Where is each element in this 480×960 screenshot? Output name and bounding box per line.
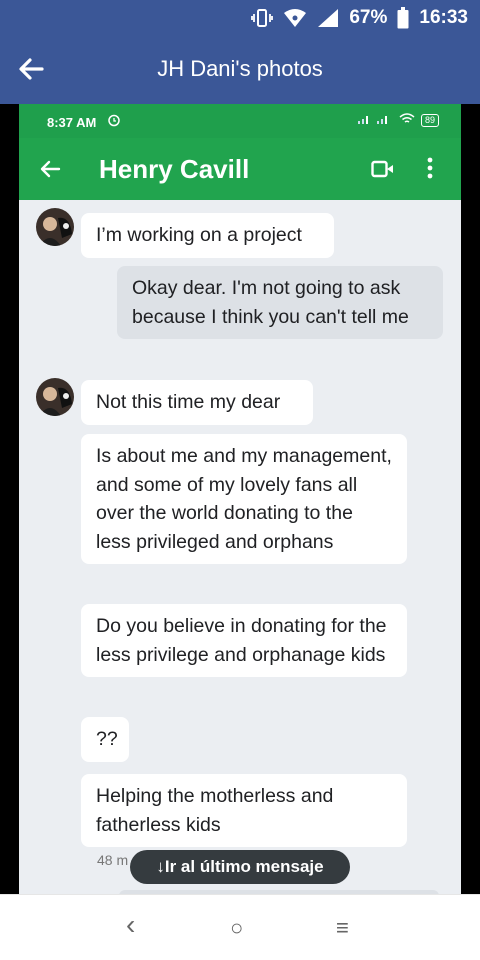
message-bubble-outgoing[interactable]: Okay dear. I'm not going to ask because … [117, 266, 443, 339]
nav-home-button[interactable]: ○ [230, 915, 243, 941]
chat-app-bar: Henry Cavill [19, 138, 461, 200]
back-arrow-icon[interactable] [39, 158, 61, 185]
vibrate-icon [251, 8, 274, 28]
video-call-icon[interactable] [371, 160, 395, 183]
inner-status-bar: 8:37 AM 89 [19, 104, 461, 138]
inner-clock: 8:37 AM [47, 115, 97, 130]
wifi-icon [283, 8, 307, 28]
battery-percent: 67% [349, 7, 388, 28]
signal-icon [317, 8, 339, 28]
message-bubble-incoming[interactable]: Do you believe in donating for the less … [81, 604, 407, 677]
nav-recents-button[interactable]: ≡ [336, 915, 349, 941]
jump-to-latest-button[interactable]: ↓Ir al último mensaje [130, 850, 350, 884]
contact-avatar[interactable] [36, 378, 74, 416]
message-bubble-incoming[interactable]: I’m working on a project [81, 213, 334, 258]
more-options-icon[interactable] [427, 156, 433, 185]
contact-avatar[interactable] [36, 208, 74, 246]
status-bar: 67% 16:33 [0, 0, 480, 36]
message-bubble-incoming[interactable]: Not this time my dear [81, 380, 313, 425]
message-bubble-incoming[interactable]: Helping the motherless and fatherless ki… [81, 774, 407, 847]
battery-icon [397, 7, 409, 29]
clock: 16:33 [419, 7, 468, 28]
navigation-bar: ‹ ○ ≡ [0, 894, 480, 960]
message-timestamp: 48 m [97, 852, 129, 868]
message-bubble-incoming[interactable]: Is about me and my management, and some … [81, 434, 407, 564]
inner-wifi-icon [399, 113, 415, 128]
contact-name[interactable]: Henry Cavill [99, 154, 249, 185]
alarm-icon [107, 113, 121, 130]
message-bubble-incoming[interactable]: ?? [81, 717, 129, 762]
inner-battery: 89 [420, 114, 439, 127]
photo-viewer-header: JH Dani's photos [0, 36, 480, 104]
album-title: JH Dani's photos [157, 56, 323, 81]
inner-signal-icon [357, 113, 393, 128]
chat-screenshot-photo[interactable]: 8:37 AM 89 Henry Cavill I’m working on a… [19, 104, 461, 894]
nav-back-button[interactable]: ‹ [126, 909, 135, 941]
